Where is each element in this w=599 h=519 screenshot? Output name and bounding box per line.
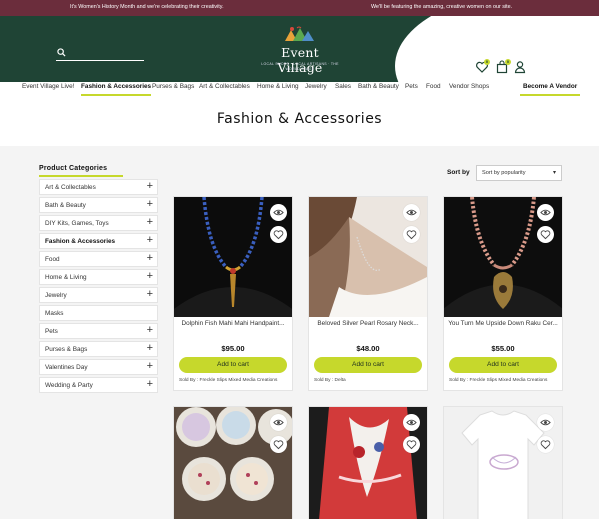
product-price: $95.00	[221, 344, 245, 353]
add-to-cart-button[interactable]: Add to cart	[449, 357, 557, 373]
search-input[interactable]	[56, 47, 144, 61]
category-pets[interactable]: Pets +	[39, 323, 158, 339]
sold-by: Sold By : Delta	[314, 378, 346, 383]
category-label: Home & Living	[45, 274, 87, 281]
eye-icon[interactable]	[403, 204, 420, 221]
product-card[interactable]	[173, 405, 294, 519]
nav-item-jewelry[interactable]: Jewelry	[305, 83, 327, 90]
category-label: Masks	[45, 310, 64, 317]
product-price: $48.00	[356, 344, 380, 353]
heart-icon[interactable]	[403, 436, 420, 453]
eye-icon[interactable]	[537, 414, 554, 431]
category-food[interactable]: Food +	[39, 251, 158, 267]
product-name[interactable]: You Turn Me Upside Down Raku Cer...	[444, 320, 562, 328]
expand-icon[interactable]: +	[147, 289, 153, 300]
expand-icon[interactable]: +	[147, 325, 153, 336]
expand-icon[interactable]: +	[147, 199, 153, 210]
product-card[interactable]	[308, 406, 428, 519]
expand-icon[interactable]: +	[147, 181, 153, 192]
category-art[interactable]: Art & Collectables +	[39, 179, 158, 195]
heart-icon[interactable]	[270, 226, 287, 243]
category-label: Pets	[45, 328, 58, 335]
expand-icon[interactable]: +	[147, 379, 153, 390]
main-nav: Event Village Live! Fashion & Accessorie…	[0, 82, 599, 96]
categories-title: Product Categories	[39, 165, 124, 177]
expand-icon[interactable]: +	[147, 253, 153, 264]
announcement-bar: It's Women's History Month and we're cel…	[0, 0, 599, 16]
category-label: Art & Collectables	[45, 184, 96, 191]
expand-icon[interactable]: +	[147, 271, 153, 282]
category-valentines[interactable]: Valentines Day +	[39, 359, 158, 375]
category-fashion[interactable]: Fashion & Accessories +	[39, 233, 158, 249]
cart-count-badge: 0	[505, 59, 511, 65]
nav-item-vendor-shops[interactable]: Vendor Shops	[449, 83, 489, 90]
heart-icon[interactable]	[403, 226, 420, 243]
add-to-cart-button[interactable]: Add to cart	[314, 357, 422, 373]
become-vendor-link[interactable]: Become A Vendor	[519, 83, 581, 96]
site-logo[interactable]: Event Village LOCAL SHOPS · LOCAL ARTISA…	[258, 26, 342, 76]
sort-selected-value: Sort by popularity	[482, 170, 526, 176]
eye-icon[interactable]	[537, 204, 554, 221]
add-to-cart-button[interactable]: Add to cart	[179, 357, 287, 373]
sort-select[interactable]: Sort by popularity ▾	[476, 165, 562, 181]
category-label: Wedding & Party	[45, 382, 93, 389]
nav-item-home[interactable]: Home & Living	[257, 83, 299, 90]
nav-item-sales[interactable]: Sales	[335, 83, 351, 90]
category-diy[interactable]: DIY Kits, Games, Toys +	[39, 215, 158, 231]
product-card[interactable]: Beloved Silver Pearl Rosary Neck... $48.…	[308, 196, 428, 391]
site-header: Event Village LOCAL SHOPS · LOCAL ARTISA…	[0, 16, 599, 82]
announcement-right: We'll be featuring the amazing, creative…	[371, 4, 513, 10]
product-card[interactable]	[443, 406, 563, 519]
category-jewelry[interactable]: Jewelry +	[39, 287, 158, 303]
chevron-down-icon: ▾	[552, 170, 556, 176]
eye-icon[interactable]	[270, 414, 287, 431]
heart-icon[interactable]	[270, 436, 287, 453]
category-label: Bath & Beauty	[45, 202, 86, 209]
page-title: Fashion & Accessories	[216, 111, 383, 127]
wishlist-count-badge: 0	[484, 59, 490, 65]
category-home[interactable]: Home & Living +	[39, 269, 158, 285]
eye-icon[interactable]	[403, 414, 420, 431]
nav-item-pets[interactable]: Pets	[405, 83, 418, 90]
product-name[interactable]: Beloved Silver Pearl Rosary Neck...	[309, 320, 427, 328]
category-label: Food	[45, 256, 60, 263]
category-label: DIY Kits, Games, Toys	[45, 220, 109, 227]
nav-item-live[interactable]: Event Village Live!	[22, 83, 74, 90]
sold-by: Sold By : Freckle Slips Mixed Media Crea…	[179, 378, 278, 383]
nav-item-purses[interactable]: Purses & Bags	[152, 83, 194, 90]
eye-icon[interactable]	[270, 204, 287, 221]
product-price: $55.00	[491, 344, 515, 353]
category-label: Valentines Day	[45, 364, 88, 371]
expand-icon[interactable]: +	[147, 217, 153, 228]
nav-item-fashion[interactable]: Fashion & Accessories	[81, 83, 152, 96]
nav-item-art[interactable]: Art & Collectables	[199, 83, 250, 90]
nav-item-food[interactable]: Food	[426, 83, 441, 90]
product-card[interactable]: Dolphin Fish Mahi Mahi Handpaint... $95.…	[173, 196, 293, 391]
heart-icon[interactable]	[537, 436, 554, 453]
expand-icon[interactable]: +	[147, 343, 153, 354]
logo-tents-icon	[285, 26, 314, 41]
logo-tagline: LOCAL SHOPS · LOCAL ARTISANS · THE WORLD…	[261, 62, 339, 71]
sort-label: Sort by	[447, 169, 470, 176]
expand-icon[interactable]: +	[147, 361, 153, 372]
announcement-left: It's Women's History Month and we're cel…	[70, 4, 224, 10]
category-label: Jewelry	[45, 292, 67, 299]
category-bath[interactable]: Bath & Beauty +	[39, 197, 158, 213]
heart-icon[interactable]	[537, 226, 554, 243]
sold-by: Sold By : Freckle Slips Mixed Media Crea…	[449, 378, 548, 383]
category-masks[interactable]: Masks	[39, 305, 158, 321]
product-card[interactable]: You Turn Me Upside Down Raku Cer... $55.…	[443, 196, 563, 391]
search-icon[interactable]	[57, 48, 66, 57]
nav-item-bath[interactable]: Bath & Beauty	[358, 83, 399, 90]
expand-icon[interactable]: +	[147, 235, 153, 246]
category-label: Fashion & Accessories	[45, 238, 116, 245]
category-purses[interactable]: Purses & Bags +	[39, 341, 158, 357]
category-label: Purses & Bags	[45, 346, 88, 353]
category-wedding[interactable]: Wedding & Party +	[39, 377, 158, 393]
product-name[interactable]: Dolphin Fish Mahi Mahi Handpaint...	[174, 320, 292, 328]
user-icon[interactable]	[513, 60, 527, 74]
